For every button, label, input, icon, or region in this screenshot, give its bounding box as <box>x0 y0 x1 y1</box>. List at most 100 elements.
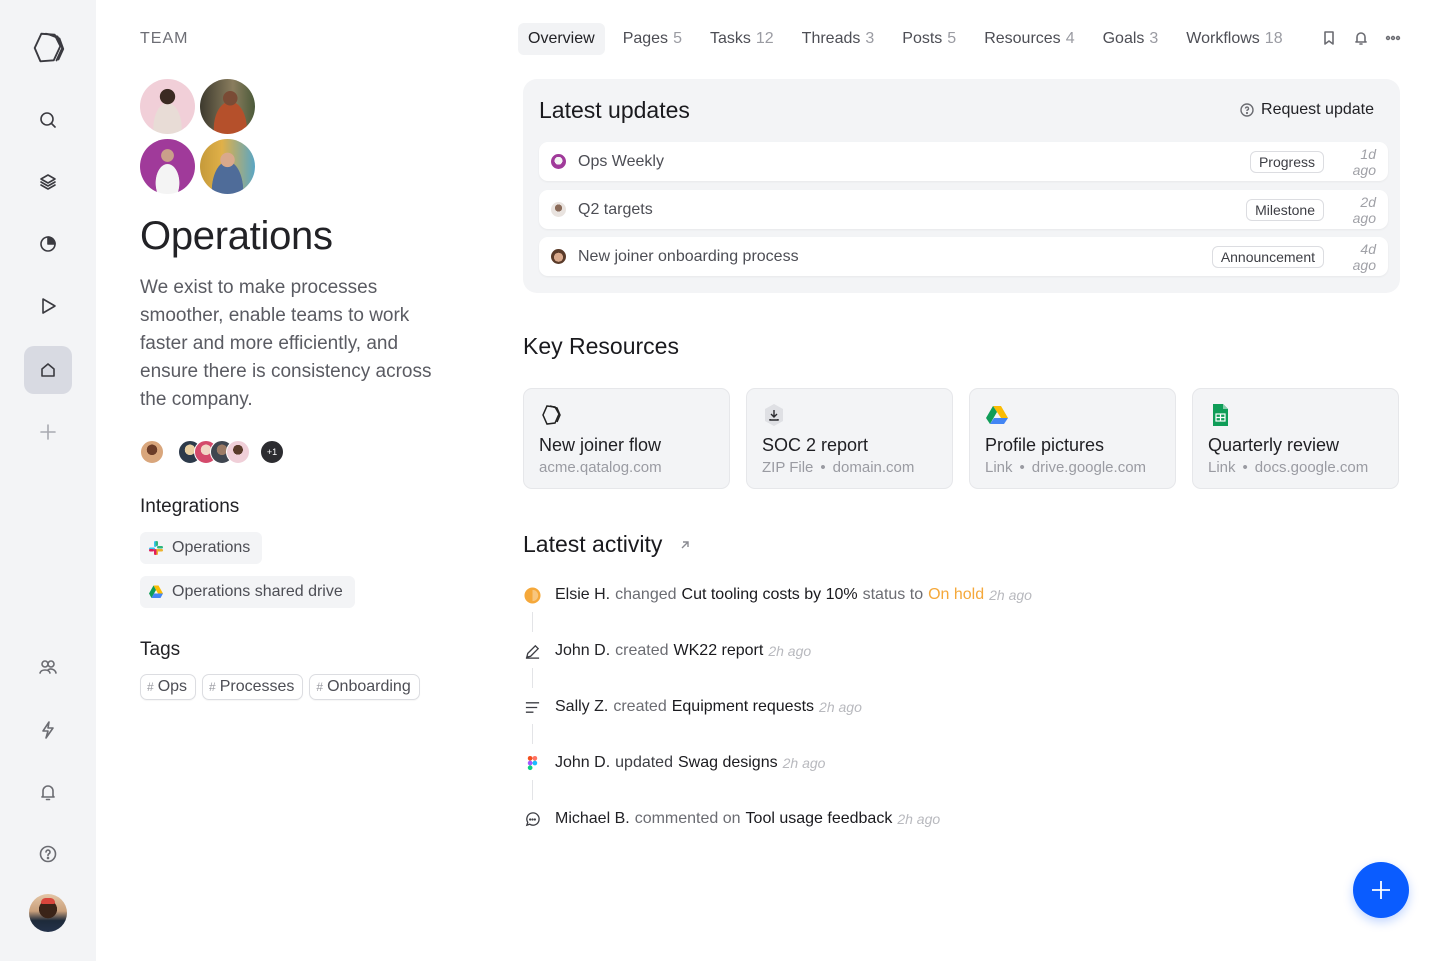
tab-label: Threads <box>801 30 861 47</box>
tab-threads[interactable]: Threads 3 <box>792 23 885 55</box>
update-type-badge: Milestone <box>1246 198 1324 221</box>
resource-domain: acme.qatalog.com <box>539 459 662 476</box>
tag-processes[interactable]: # Processes <box>202 674 304 700</box>
activity-user[interactable]: Michael B. <box>555 810 630 828</box>
sidebar-item-goals[interactable] <box>24 220 72 268</box>
tab-bar: Overview Pages 5 Tasks 12 Threads 3 Posts 5 … <box>518 23 1301 55</box>
more-button[interactable] <box>1384 28 1402 48</box>
author-avatar <box>551 154 566 169</box>
team-avatar <box>200 139 255 194</box>
update-row[interactable]: Q2 targets Milestone 2d ago <box>539 190 1388 229</box>
sidebar-item-people[interactable] <box>24 643 72 691</box>
tab-overview[interactable]: Overview <box>518 23 605 55</box>
sidebar-item-search[interactable] <box>24 96 72 144</box>
pie-chart-icon <box>40 236 56 252</box>
user-avatar[interactable] <box>29 894 67 932</box>
tag-label: Ops <box>157 678 188 695</box>
tab-count: 12 <box>755 30 774 47</box>
tab-label: Overview <box>528 30 595 47</box>
more-members-badge[interactable]: +1 <box>260 440 284 464</box>
resource-card[interactable]: Quarterly review Link • docs.google.com <box>1192 388 1399 489</box>
tag-ops[interactable]: # Ops <box>140 674 197 700</box>
team-avatar-group <box>140 79 256 195</box>
team-lead-avatar[interactable] <box>140 440 164 464</box>
tags-heading: Tags <box>140 639 181 660</box>
resource-domain: domain.com <box>832 459 915 476</box>
help-icon <box>1240 103 1254 117</box>
activity-object[interactable]: Equipment requests <box>672 698 814 716</box>
tab-label: Resources <box>984 30 1061 47</box>
team-avatar <box>140 79 195 134</box>
more-icon <box>1385 35 1401 41</box>
qatalog-logo-icon <box>33 32 65 63</box>
resource-title: SOC 2 report <box>762 435 869 455</box>
author-avatar <box>551 249 566 264</box>
notify-button[interactable] <box>1352 28 1370 48</box>
tab-goals[interactable]: Goals 3 <box>1093 23 1169 55</box>
lightning-icon <box>42 721 54 739</box>
activity-user[interactable]: Elsie H. <box>555 586 610 604</box>
latest-updates-panel: Latest updates Request update Ops Weekly… <box>523 79 1400 293</box>
request-update-button[interactable]: Request update <box>1240 101 1374 119</box>
activity-time: 2h ago <box>819 699 862 715</box>
tag-label: Processes <box>219 678 295 695</box>
activity-object[interactable]: Cut tooling costs by 10% <box>682 586 858 604</box>
update-row[interactable]: New joiner onboarding process Announceme… <box>539 237 1388 276</box>
update-row[interactable]: Ops Weekly Progress 1d ago <box>539 142 1388 181</box>
activity-object[interactable]: Tool usage feedback <box>746 810 893 828</box>
tab-tasks[interactable]: Tasks 12 <box>700 23 784 55</box>
resource-card[interactable]: Profile pictures Link • drive.google.com <box>969 388 1176 489</box>
bookmark-button[interactable] <box>1320 28 1338 48</box>
plus-icon <box>40 424 56 440</box>
sidebar-item-home[interactable] <box>24 346 72 394</box>
update-title: Ops Weekly <box>578 152 664 170</box>
google-drive-icon <box>149 585 163 598</box>
tab-label: Workflows <box>1186 30 1260 47</box>
integration-slack[interactable]: Operations <box>140 532 263 564</box>
activity-time: 2h ago <box>989 587 1032 603</box>
sidebar-item-integrations[interactable] <box>24 706 72 754</box>
resource-domain: drive.google.com <box>1031 459 1147 476</box>
activity-user[interactable]: John D. <box>555 754 610 772</box>
sidebar-item-notifications[interactable] <box>24 768 72 816</box>
tag-onboarding[interactable]: # Onboarding <box>309 674 420 700</box>
sidebar-logo[interactable] <box>24 24 72 72</box>
activity-item: John D. updated Swag designs 2h ago <box>523 752 825 774</box>
activity-object[interactable]: WK22 report <box>674 642 764 660</box>
activity-object[interactable]: Swag designs <box>678 754 778 772</box>
latest-activity-heading: Latest activity <box>523 531 692 558</box>
sidebar-item-workflows[interactable] <box>24 282 72 330</box>
tab-workflows[interactable]: Workflows 18 <box>1176 23 1292 55</box>
author-avatar <box>551 202 566 217</box>
text-lines-icon <box>525 701 539 713</box>
sidebar-item-add[interactable] <box>24 408 72 456</box>
member-avatar[interactable] <box>226 440 250 464</box>
slack-icon <box>149 541 163 555</box>
play-icon <box>42 298 56 314</box>
search-icon <box>40 112 56 128</box>
activity-user[interactable]: John D. <box>555 642 610 660</box>
timeline-connector <box>532 612 533 632</box>
resource-card[interactable]: New joiner flow acme.qatalog.com <box>523 388 730 489</box>
key-resources-heading: Key Resources <box>523 333 679 359</box>
integration-google-drive[interactable]: Operations shared drive <box>140 576 355 608</box>
create-new-button[interactable] <box>1353 862 1409 918</box>
status-on-hold-icon <box>523 586 541 604</box>
header-actions <box>1320 28 1402 48</box>
sidebar-item-layers[interactable] <box>24 158 72 206</box>
tab-count: 5 <box>673 30 682 47</box>
bookmark-icon <box>1324 31 1334 45</box>
activity-user[interactable]: Sally Z. <box>555 698 608 716</box>
activity-verb: changed <box>615 586 677 603</box>
tab-resources[interactable]: Resources 4 <box>974 23 1084 55</box>
sidebar-item-help[interactable] <box>24 830 72 878</box>
home-icon <box>41 363 55 377</box>
tab-pages[interactable]: Pages 5 <box>613 23 692 55</box>
hash-icon: # <box>316 680 324 694</box>
activity-verb: updated <box>615 754 673 771</box>
external-link-icon[interactable] <box>678 538 692 552</box>
activity-verb: created <box>613 698 667 715</box>
resource-card[interactable]: SOC 2 report ZIP File • domain.com <box>746 388 953 489</box>
tab-posts[interactable]: Posts 5 <box>892 23 966 55</box>
update-time: 4d ago <box>1352 240 1376 273</box>
